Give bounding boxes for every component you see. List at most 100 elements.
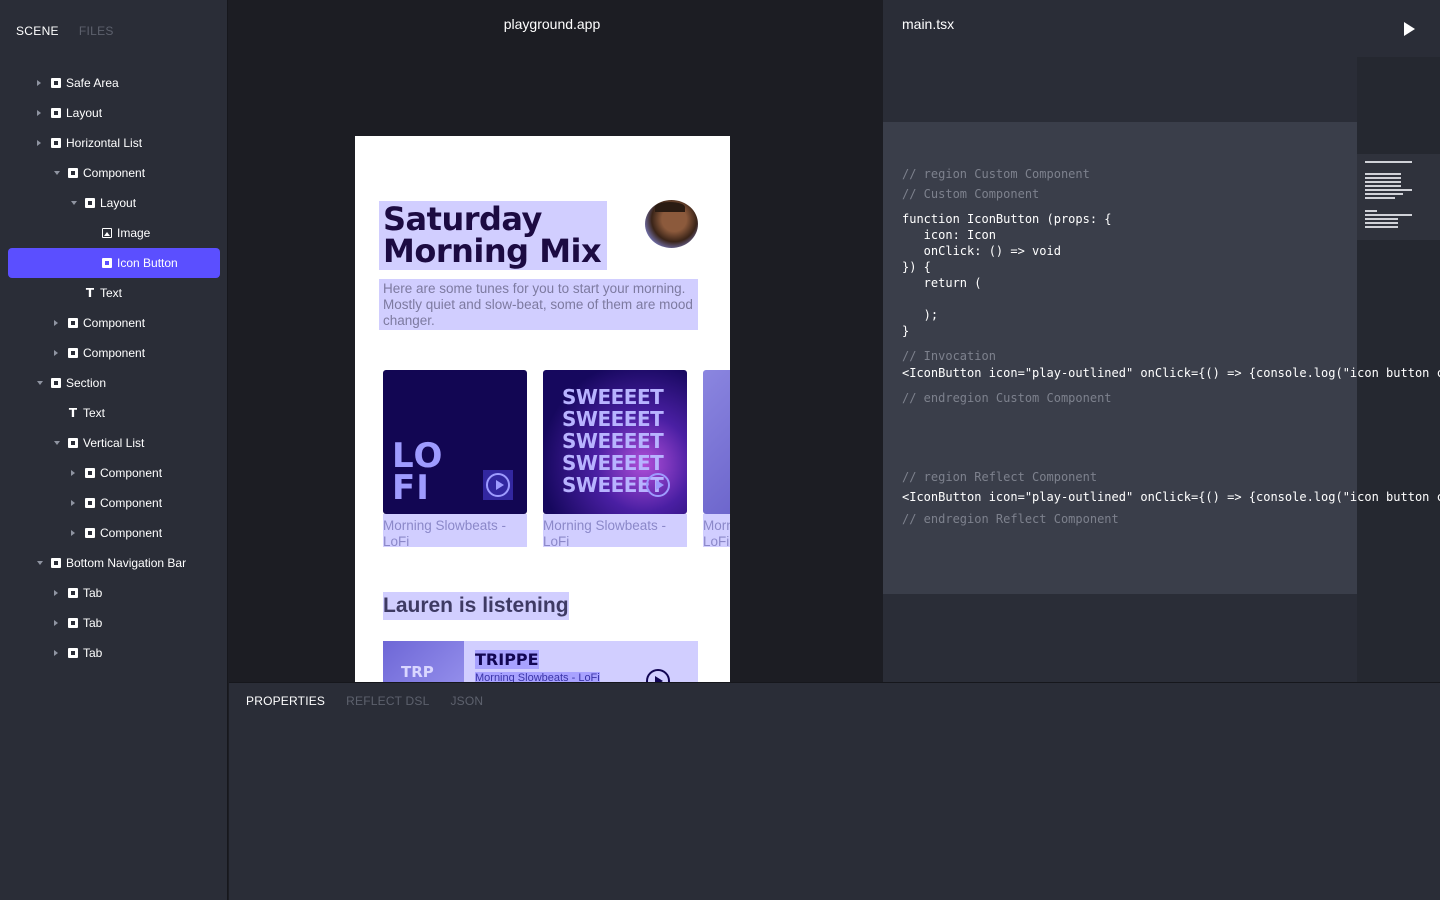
tree-row-label: Component <box>83 346 146 360</box>
tree-row[interactable]: Vertical List <box>8 428 220 458</box>
tree-row[interactable]: Safe Area <box>8 68 220 98</box>
list-item[interactable]: TRP TRIPPE Morning Slowbeats - LoFi <box>383 641 698 682</box>
minimap-line <box>1365 173 1401 175</box>
code-line[interactable]: onClick: () => void <box>902 243 1061 259</box>
chevron-right-icon[interactable] <box>54 590 58 596</box>
album-card[interactable]: Morning Slowbeats - LoFi <box>703 370 730 549</box>
tree-row[interactable]: Component <box>8 488 220 518</box>
tree-row[interactable]: T Text <box>8 278 220 308</box>
tab-reflect-dsl[interactable]: REFLECT DSL <box>346 694 429 708</box>
code-line[interactable]: function IconButton (props: { <box>902 211 1112 227</box>
tree-row-label: Text <box>83 406 106 420</box>
code-line[interactable]: // Invocation <box>902 348 996 364</box>
code-line[interactable]: // endregion Custom Component <box>902 390 1112 406</box>
tree-row[interactable]: Tab <box>8 638 220 668</box>
chevron-right-icon[interactable] <box>54 650 58 656</box>
avatar[interactable] <box>645 200 698 248</box>
tab-files[interactable]: FILES <box>79 24 114 38</box>
album-card[interactable]: SWEEEET SWEEEET SWEEEET SWEEEET SWEEEET … <box>543 370 687 549</box>
minimap-line <box>1365 185 1401 187</box>
tree-row[interactable]: Layout <box>8 188 220 218</box>
code-line[interactable]: icon: Icon <box>902 227 996 243</box>
device-preview: Saturday Morning Mix Here are some tunes… <box>355 136 730 682</box>
play-outlined-icon <box>486 473 510 497</box>
text-icon: T <box>68 406 78 420</box>
tree-row[interactable]: Icon Button <box>8 248 220 278</box>
tree-row-label: Component <box>100 526 163 540</box>
code-line[interactable]: // region Reflect Component <box>902 469 1097 485</box>
preview-blurb[interactable]: Here are some tunes for you to start you… <box>379 279 698 330</box>
chevron-right-icon[interactable] <box>54 350 58 356</box>
tree-row-label: Vertical List <box>83 436 145 450</box>
tree-row[interactable]: Component <box>8 458 220 488</box>
image-icon <box>102 228 112 238</box>
chevron-right-icon[interactable] <box>71 530 75 536</box>
chevron-down-icon[interactable] <box>71 201 77 205</box>
play-outlined-icon[interactable] <box>646 669 670 682</box>
chevron-right-icon[interactable] <box>71 500 75 506</box>
code-line[interactable]: // endregion Reflect Component <box>902 511 1119 527</box>
chevron-right-icon[interactable] <box>37 110 41 116</box>
run-button[interactable] <box>1401 20 1417 38</box>
minimap-line <box>1365 193 1403 195</box>
section-title[interactable]: Lauren is listening <box>383 592 569 620</box>
tree-row-label: Section <box>66 376 107 390</box>
tree-row[interactable]: Bottom Navigation Bar <box>8 548 220 578</box>
chevron-down-icon[interactable] <box>37 561 43 565</box>
tree-row-label: Tab <box>83 586 103 600</box>
tree-row[interactable]: Horizontal List <box>8 128 220 158</box>
tree-row[interactable]: Layout <box>8 98 220 128</box>
code-line[interactable]: // region Custom Component <box>902 166 1090 182</box>
tree-row[interactable]: Tab <box>8 578 220 608</box>
code-line[interactable]: return ( <box>902 275 982 291</box>
minimap-line <box>1365 218 1398 220</box>
chevron-right-icon[interactable] <box>54 320 58 326</box>
tree-row[interactable]: Component <box>8 308 220 338</box>
preview-headline[interactable]: Saturday Morning Mix <box>379 201 607 270</box>
icon-button[interactable] <box>643 470 673 500</box>
album-card[interactable]: LO FI Morning Slowbeats - LoFi <box>383 370 527 549</box>
play-outlined-icon <box>646 473 670 497</box>
tree-row-label: Tab <box>83 646 103 660</box>
tab-properties[interactable]: PROPERTIES <box>246 694 325 708</box>
sweet-line: SWEEEET <box>562 429 664 453</box>
code-line[interactable]: <IconButton icon="play-outlined" onClick… <box>902 489 1440 505</box>
album-caption: Morning Slowbeats - LoFi <box>383 514 527 549</box>
frame-icon <box>68 618 78 628</box>
album-caption: Morning Slowbeats - LoFi <box>543 514 687 549</box>
chevron-right-icon[interactable] <box>37 80 41 86</box>
tree-row[interactable]: Component <box>8 338 220 368</box>
chevron-down-icon[interactable] <box>37 381 43 385</box>
tree-row[interactable]: T Text <box>8 398 220 428</box>
tree-row[interactable]: Section <box>8 368 220 398</box>
tree-row[interactable]: Tab <box>8 608 220 638</box>
frame-icon <box>51 558 61 568</box>
chevron-down-icon[interactable] <box>54 171 60 175</box>
tree-row-label: Icon Button <box>117 256 178 270</box>
preview-canvas: playground.app Saturday Morning Mix Here… <box>229 0 882 682</box>
chevron-down-icon[interactable] <box>54 441 60 445</box>
tab-json[interactable]: JSON <box>450 694 483 708</box>
code-line[interactable]: }) { <box>902 259 931 275</box>
canvas-title: playground.app <box>503 16 601 32</box>
code-line[interactable]: <IconButton icon="play-outlined" onClick… <box>902 365 1440 381</box>
tab-scene[interactable]: SCENE <box>16 24 59 38</box>
tree-row-label: Component <box>100 466 163 480</box>
icon-button[interactable] <box>483 470 513 500</box>
chevron-right-icon[interactable] <box>54 620 58 626</box>
headline-line-2: Morning Mix <box>383 232 602 270</box>
tree-row[interactable]: Component <box>8 518 220 548</box>
frame-icon <box>85 198 95 208</box>
tree-row[interactable]: Component <box>8 158 220 188</box>
bottom-panel: PROPERTIES REFLECT DSL JSON <box>229 682 1440 900</box>
tree-row-label: Layout <box>100 196 137 210</box>
frame-icon <box>85 498 95 508</box>
list-item-art-text: TRP <box>401 663 434 681</box>
chevron-right-icon[interactable] <box>71 470 75 476</box>
code-line[interactable]: ); <box>902 307 938 323</box>
code-line[interactable]: } <box>902 323 909 339</box>
chevron-right-icon[interactable] <box>37 140 41 146</box>
minimap-line <box>1365 222 1398 224</box>
code-line[interactable]: // Custom Component <box>902 186 1039 202</box>
tree-row[interactable]: Image <box>8 218 220 248</box>
